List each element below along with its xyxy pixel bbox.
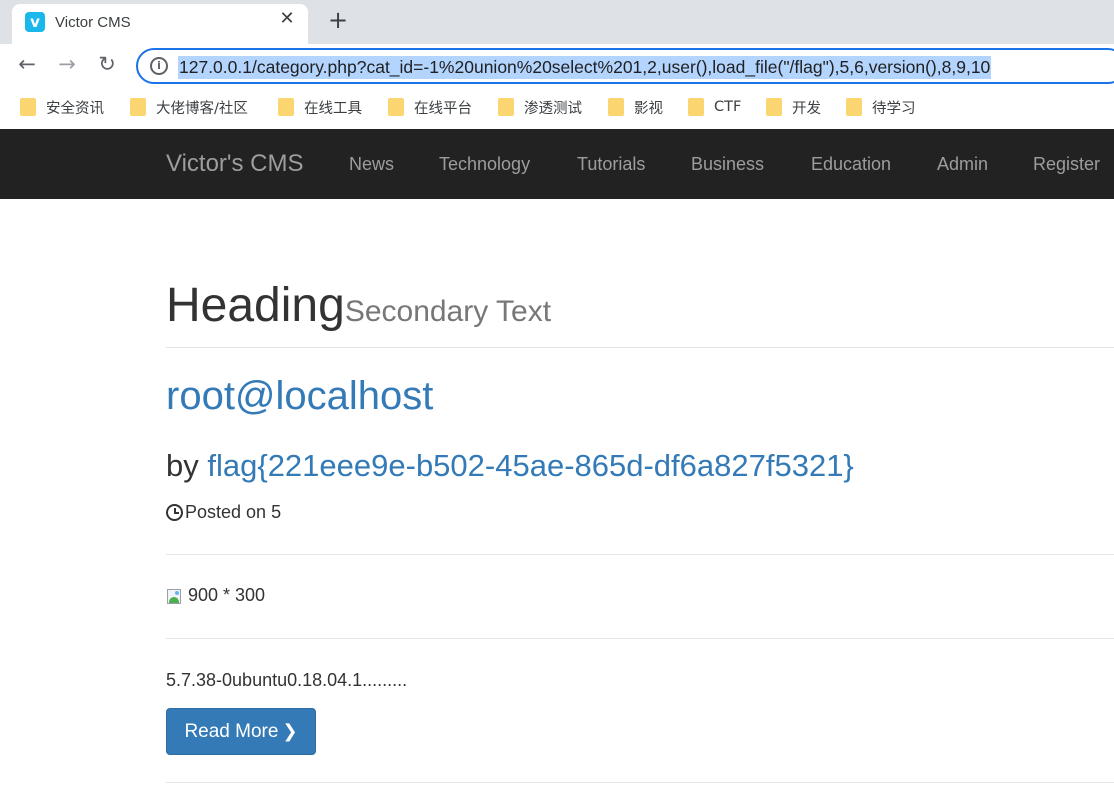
bookmark-label: 安全资讯 [46, 100, 104, 117]
address-bar[interactable]: i 127.0.0.1/category.php?cat_id=-1%20uni… [136, 48, 1114, 84]
bookmark-folder[interactable]: 开发 [766, 97, 821, 117]
bookmark-folder[interactable]: 影视 [608, 97, 663, 117]
post-byline: by flag{221eee9e-b502-45ae-865d-df6a827f… [166, 448, 854, 484]
folder-icon [846, 98, 862, 116]
nav-admin[interactable]: Admin [937, 154, 988, 175]
bookmark-label: 影视 [634, 100, 663, 117]
page-header: HeadingSecondary Text [166, 278, 551, 333]
posted-text: Posted on 5 [185, 502, 282, 522]
nav-tutorials[interactable]: Tutorials [577, 154, 645, 175]
nav-register[interactable]: Register [1033, 154, 1100, 175]
post-date: Posted on 5 [166, 502, 281, 523]
bookmark-label: CTF [714, 99, 742, 115]
post-excerpt: 5.7.38-0ubuntu0.18.04.1......... [166, 670, 408, 690]
forward-arrow-icon[interactable]: → [53, 52, 81, 80]
reload-icon[interactable]: ↻ [93, 52, 121, 80]
folder-icon [20, 98, 36, 116]
bookmark-label: 渗透测试 [524, 100, 582, 117]
bookmark-folder[interactable]: CTF [688, 97, 741, 117]
info-icon[interactable]: i [150, 57, 168, 75]
read-more-button[interactable]: Read More ❯ [166, 708, 316, 755]
site-brand[interactable]: Victor's CMS [166, 150, 304, 178]
page-secondary-text: Secondary Text [344, 295, 552, 328]
bookmark-folder[interactable]: 待学习 [846, 97, 916, 117]
nav-technology[interactable]: Technology [439, 154, 530, 175]
url-input[interactable]: 127.0.0.1/category.php?cat_id=-1%20union… [178, 56, 992, 79]
divider [166, 347, 1114, 348]
back-arrow-icon[interactable]: ← [13, 52, 41, 80]
site-navbar: Victor's CMS News Technology Tutorials B… [0, 129, 1114, 199]
browser-toolbar: ← → ↻ i 127.0.0.1/category.php?cat_id=-1… [0, 44, 1114, 88]
vimeo-favicon-icon: v [25, 12, 45, 32]
bookmarks-bar: 安全资讯 大佬博客/社区 在线工具 在线平台 渗透测试 影视 CTF 开发 待学… [0, 88, 1114, 128]
bookmark-label: 在线工具 [304, 100, 362, 117]
broken-image-icon [166, 586, 188, 606]
image-alt-text: 900 * 300 [188, 585, 266, 605]
tab-strip: v Victor CMS ✕ + [0, 0, 1114, 44]
divider [166, 638, 1114, 639]
folder-icon [498, 98, 514, 116]
tab-title: Victor CMS [55, 14, 131, 31]
nav-education[interactable]: Education [811, 154, 891, 175]
folder-icon [688, 98, 704, 116]
bookmark-label: 待学习 [872, 100, 916, 117]
folder-icon [130, 98, 146, 116]
nav-news[interactable]: News [349, 154, 394, 175]
clock-icon [166, 504, 183, 521]
bookmark-folder[interactable]: 渗透测试 [498, 97, 582, 117]
folder-icon [766, 98, 782, 116]
page-heading: Heading [166, 279, 345, 332]
browser-tab[interactable]: v Victor CMS ✕ [12, 4, 308, 44]
folder-icon [278, 98, 294, 116]
bookmark-label: 大佬博客/社区 [156, 100, 248, 117]
divider [166, 554, 1114, 555]
post-image: 900 * 300 [166, 585, 265, 606]
folder-icon [388, 98, 404, 116]
read-more-label: Read More [184, 720, 279, 742]
bookmark-folder[interactable]: 大佬博客/社区 [130, 97, 248, 117]
new-tab-icon[interactable]: + [323, 6, 353, 36]
bookmark-label: 开发 [792, 100, 821, 117]
post-author-link[interactable]: flag{221eee9e-b502-45ae-865d-df6a827f532… [207, 448, 853, 483]
bookmark-folder[interactable]: 在线工具 [278, 97, 362, 117]
bookmark-label: 在线平台 [414, 100, 472, 117]
nav-business[interactable]: Business [691, 154, 764, 175]
post-title-link[interactable]: root@localhost [166, 374, 433, 419]
bookmark-folder[interactable]: 在线平台 [388, 97, 472, 117]
divider [166, 782, 1114, 783]
close-tab-icon[interactable]: ✕ [274, 8, 300, 34]
folder-icon [608, 98, 624, 116]
bookmark-folder[interactable]: 安全资讯 [20, 97, 104, 117]
byline-prefix: by [166, 448, 208, 483]
chevron-right-icon: ❯ [282, 721, 298, 742]
